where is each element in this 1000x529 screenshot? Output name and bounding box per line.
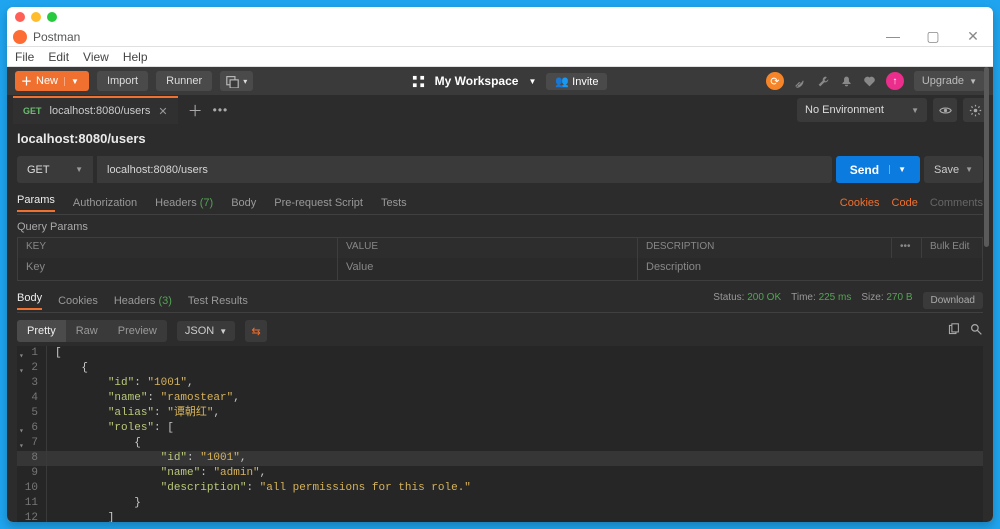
- satellite-icon[interactable]: [794, 75, 807, 88]
- request-title: localhost:8080/users: [17, 131, 983, 146]
- copy-icon[interactable]: [947, 323, 960, 339]
- win-close-button[interactable]: ✕: [953, 28, 993, 45]
- menu-help[interactable]: Help: [123, 50, 148, 64]
- save-button[interactable]: Save▼: [924, 156, 983, 183]
- comments-link[interactable]: Comments: [930, 197, 983, 209]
- user-plus-icon: 👥: [555, 76, 569, 88]
- chevron-down-icon[interactable]: ▼: [64, 77, 79, 86]
- avatar[interactable]: ↑: [886, 72, 904, 90]
- time-label: Time: 225 ms: [791, 292, 851, 309]
- res-tab-tests[interactable]: Test Results: [188, 295, 248, 307]
- send-button[interactable]: Send▼: [836, 156, 920, 183]
- format-selector[interactable]: JSON▼: [177, 321, 235, 341]
- col-more-icon[interactable]: •••: [892, 238, 922, 258]
- workspace-label[interactable]: My Workspace: [435, 74, 519, 88]
- import-button[interactable]: Import: [97, 71, 148, 91]
- query-params-table: KEY VALUE DESCRIPTION ••• Bulk Edit Key …: [17, 237, 983, 281]
- request-tab-label: localhost:8080/users: [50, 105, 151, 117]
- method-selector[interactable]: GET▼: [17, 156, 93, 183]
- sync-icon[interactable]: ⟳: [766, 72, 784, 90]
- description-input[interactable]: Description: [638, 258, 982, 280]
- cookies-link[interactable]: Cookies: [840, 197, 880, 209]
- toolbar: ＋ New ▼ Import Runner ▾ My Workspace ▼ 👥…: [7, 67, 993, 95]
- close-tab-icon[interactable]: ✕: [158, 105, 167, 118]
- invite-button[interactable]: 👥 Invite: [546, 73, 607, 90]
- plus-icon: ＋: [21, 73, 32, 89]
- win-maximize-button[interactable]: ▢: [913, 28, 953, 45]
- runner-button[interactable]: Runner: [156, 71, 212, 91]
- request-tabstrip: GET localhost:8080/users ✕ ＋ ••• No Envi…: [7, 95, 993, 125]
- tab-tests[interactable]: Tests: [381, 197, 407, 209]
- tab-prerequest[interactable]: Pre-request Script: [274, 197, 363, 209]
- tab-params[interactable]: Params: [17, 194, 55, 212]
- menu-edit[interactable]: Edit: [48, 50, 69, 64]
- res-tab-body[interactable]: Body: [17, 292, 42, 310]
- environment-quicklook-button[interactable]: [933, 98, 957, 122]
- new-tab-button[interactable]: ＋: [188, 100, 203, 121]
- menu-view[interactable]: View: [83, 50, 109, 64]
- environment-selector[interactable]: No Environment▼: [797, 98, 927, 122]
- open-new-window-button[interactable]: ▾: [220, 71, 253, 91]
- request-tab[interactable]: GET localhost:8080/users ✕: [13, 96, 178, 124]
- window-title-row: Postman — ▢ ✕: [7, 27, 993, 47]
- tab-authorization[interactable]: Authorization: [73, 197, 137, 209]
- response-subtabs: Body Cookies Headers (3) Test Results St…: [17, 289, 983, 313]
- view-preview[interactable]: Preview: [108, 320, 167, 342]
- search-icon[interactable]: [970, 323, 983, 339]
- gear-icon: [969, 104, 982, 117]
- menu-file[interactable]: File: [15, 50, 34, 64]
- heart-icon[interactable]: [863, 75, 876, 88]
- size-label: Size: 270 B: [861, 292, 912, 309]
- postman-icon: [13, 30, 27, 44]
- col-value: VALUE: [338, 238, 638, 258]
- minimize-window-dot[interactable]: [31, 12, 41, 22]
- maximize-window-dot[interactable]: [47, 12, 57, 22]
- download-button[interactable]: Download: [923, 292, 983, 309]
- col-description: DESCRIPTION: [638, 238, 892, 258]
- menu-bar: File Edit View Help: [7, 47, 993, 67]
- bulk-edit-link[interactable]: Bulk Edit: [922, 238, 982, 258]
- request-subtabs: Params Authorization Headers (7) Body Pr…: [17, 191, 983, 215]
- tab-headers[interactable]: Headers (7): [155, 197, 213, 209]
- res-tab-headers[interactable]: Headers (3): [114, 295, 172, 307]
- scrollbar[interactable]: [984, 67, 989, 522]
- method-badge: GET: [23, 106, 42, 116]
- window-title: Postman: [33, 30, 80, 44]
- workspace-grid-icon: [412, 75, 425, 88]
- response-body[interactable]: 1▾[ 2▾ { 3 "id": "1001", 4 "name": "ramo…: [17, 346, 983, 522]
- win-minimize-button[interactable]: —: [873, 28, 913, 45]
- upgrade-button[interactable]: Upgrade▼: [914, 71, 985, 91]
- new-button[interactable]: ＋ New ▼: [15, 71, 89, 91]
- url-input[interactable]: localhost:8080/users: [97, 156, 832, 183]
- code-link[interactable]: Code: [892, 197, 918, 209]
- view-pretty[interactable]: Pretty: [17, 320, 66, 342]
- eye-icon: [939, 104, 952, 117]
- wrap-lines-button[interactable]: ⇆: [245, 320, 267, 342]
- bell-icon[interactable]: [840, 75, 853, 88]
- value-input[interactable]: Value: [338, 258, 638, 280]
- col-key: KEY: [18, 238, 338, 258]
- res-tab-cookies[interactable]: Cookies: [58, 295, 98, 307]
- response-view-toolbar: Pretty Raw Preview JSON▼ ⇆: [17, 320, 983, 342]
- wrench-icon[interactable]: [817, 75, 830, 88]
- close-window-dot[interactable]: [15, 12, 25, 22]
- key-input[interactable]: Key: [18, 258, 338, 280]
- chevron-down-icon[interactable]: ▼: [528, 77, 536, 86]
- status-label: Status: 200 OK: [713, 292, 781, 309]
- tab-overflow-button[interactable]: •••: [213, 103, 229, 117]
- view-raw[interactable]: Raw: [66, 320, 108, 342]
- titlebar: [7, 7, 993, 27]
- window-icon: [226, 75, 239, 88]
- tab-body[interactable]: Body: [231, 197, 256, 209]
- query-params-label: Query Params: [17, 221, 983, 233]
